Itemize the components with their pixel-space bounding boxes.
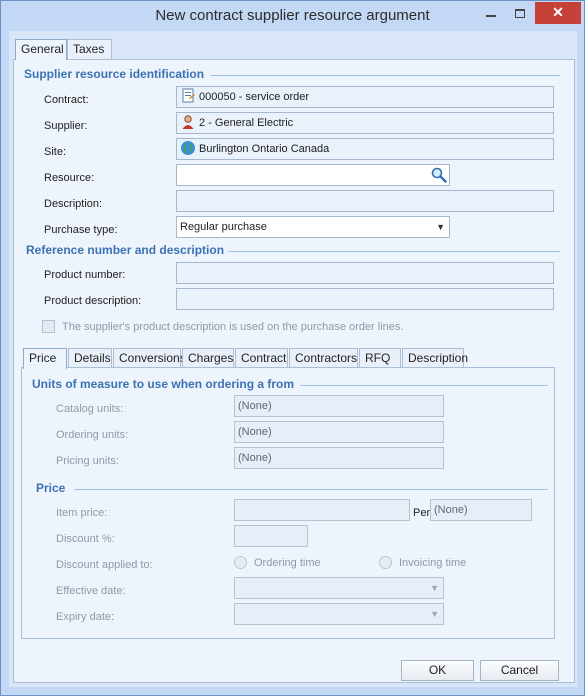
purchase-type-select[interactable]: Regular purchase ▼ (176, 216, 450, 238)
maximize-icon (515, 9, 525, 18)
supplier-person-icon (180, 114, 196, 130)
supplier-value: 2 - General Electric (199, 117, 294, 129)
close-button[interactable]: ✕ (535, 2, 581, 24)
pricing-units-field[interactable]: (None) (234, 447, 444, 469)
section-divider (210, 75, 560, 76)
description-input[interactable] (176, 190, 554, 212)
magnifier-icon[interactable] (430, 166, 448, 184)
ordering-units-label: Ordering units: (56, 429, 129, 441)
tab-general[interactable]: General (15, 39, 67, 60)
purchase-type-value: Regular purchase (180, 221, 267, 233)
chevron-down-icon: ▼ (430, 583, 439, 593)
tab-details[interactable]: Details (68, 348, 112, 368)
effective-date-picker[interactable]: ▼ (234, 577, 444, 599)
supplier-field[interactable]: 2 - General Electric (176, 112, 554, 134)
tab-charges[interactable]: Charges (182, 348, 234, 368)
tab-conversions[interactable]: Conversions (113, 348, 186, 368)
expiry-date-picker[interactable]: ▼ (234, 603, 444, 625)
description-label: Description: (44, 198, 103, 210)
tab-contract[interactable]: Contract (235, 348, 288, 368)
title-bar[interactable]: New contract supplier resource argument … (1, 1, 584, 31)
product-description-input[interactable] (176, 288, 554, 310)
catalog-units-field[interactable]: (None) (234, 395, 444, 417)
units-section-header: Units of measure to use when ordering a … (32, 377, 295, 391)
contract-value: 000050 - service order (199, 91, 310, 103)
item-price-label: Item price: (56, 507, 108, 519)
discount-label: Discount %: (56, 533, 115, 545)
purchase-type-label: Purchase type: (44, 224, 118, 236)
tab-taxes[interactable]: Taxes (67, 39, 112, 59)
discount-input[interactable] (234, 525, 308, 547)
invoicing-time-radio[interactable] (379, 556, 392, 569)
price-section-header: Price (36, 481, 66, 495)
ordering-units-field[interactable]: (None) (234, 421, 444, 443)
globe-icon (180, 140, 196, 156)
discount-applied-label: Discount applied to: (56, 559, 153, 571)
dialog-client-area: General Taxes Supplier resource identifi… (9, 31, 577, 687)
ordering-time-radio[interactable] (234, 556, 247, 569)
maximize-button[interactable] (506, 2, 534, 24)
contract-field[interactable]: 000050 - service order (176, 86, 554, 108)
minimize-button[interactable] (477, 2, 505, 24)
section-divider (74, 489, 548, 490)
resource-input[interactable] (176, 164, 450, 186)
per-units-field[interactable]: (None) (430, 499, 532, 521)
section-divider (228, 251, 560, 252)
tab-description[interactable]: Description (402, 348, 468, 368)
catalog-units-label: Catalog units: (56, 403, 124, 415)
tab-price[interactable]: Price (23, 348, 67, 369)
supplier-description-checkbox[interactable] (42, 320, 55, 333)
chevron-down-icon: ▼ (430, 609, 439, 619)
chevron-down-icon: ▼ (436, 222, 445, 232)
site-label: Site: (44, 146, 67, 158)
supplier-label: Supplier: (44, 120, 88, 132)
site-value: Burlington Ontario Canada (199, 143, 330, 155)
per-label: Per (413, 507, 431, 519)
reference-section-header: Reference number and description (26, 243, 225, 257)
site-field[interactable]: Burlington Ontario Canada (176, 138, 554, 160)
identification-section-header: Supplier resource identification (24, 67, 205, 81)
dialog-window: New contract supplier resource argument … (0, 0, 585, 696)
price-tab-panel: Units of measure to use when ordering a … (21, 367, 555, 639)
resource-label: Resource: (44, 172, 95, 184)
section-divider (300, 385, 548, 386)
product-number-label: Product number: (44, 269, 126, 281)
effective-date-label: Effective date: (56, 585, 126, 597)
pricing-units-label: Pricing units: (56, 455, 119, 467)
item-price-input[interactable] (234, 499, 410, 521)
contract-label: Contract: (44, 94, 89, 106)
ok-button[interactable]: OK (401, 660, 474, 681)
invoicing-time-label: Invoicing time (399, 557, 467, 569)
supplier-description-checkbox-label: The supplier's product description is us… (62, 321, 404, 333)
minimize-icon (486, 15, 496, 17)
expiry-date-label: Expiry date: (56, 611, 115, 623)
contract-document-icon (180, 88, 196, 104)
tab-contractors[interactable]: Contractors (289, 348, 358, 368)
cancel-button[interactable]: Cancel (480, 660, 559, 681)
close-icon: ✕ (552, 4, 564, 20)
ordering-time-label: Ordering time (254, 557, 321, 569)
tab-rfq[interactable]: RFQ (359, 348, 401, 368)
product-description-label: Product description: (44, 295, 142, 307)
product-number-input[interactable] (176, 262, 554, 284)
